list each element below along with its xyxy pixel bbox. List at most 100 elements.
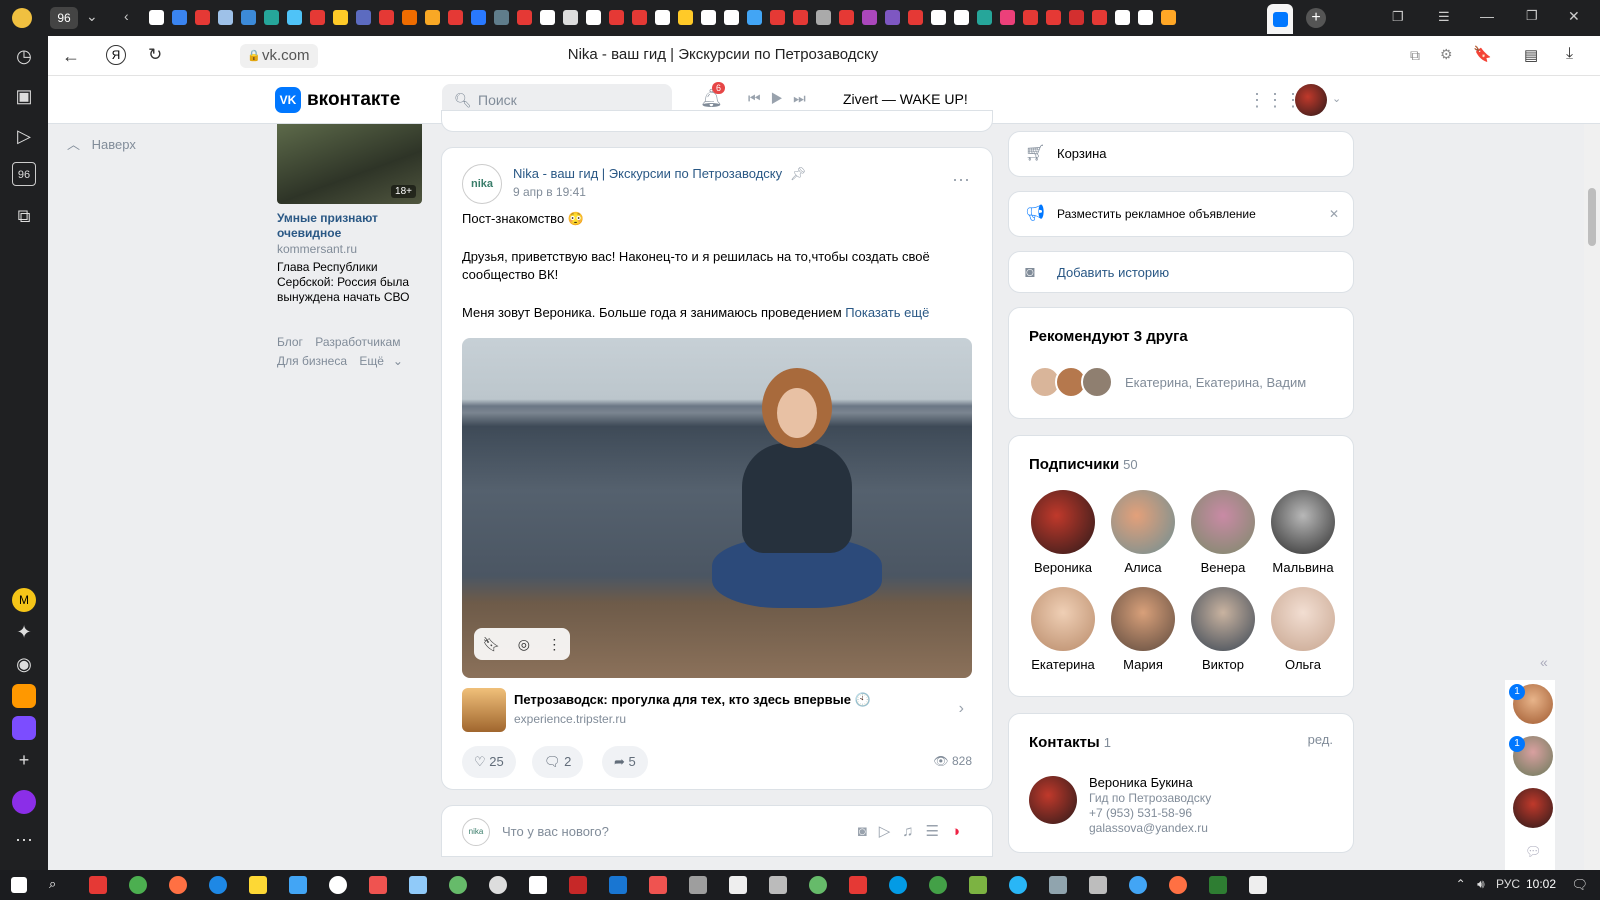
collections-bar-icon[interactable]: ▤ [1524, 46, 1538, 64]
vk-tab-icon[interactable] [471, 10, 486, 25]
tab-icon[interactable] [563, 10, 578, 25]
sparkle-icon[interactable]: ✦ [12, 620, 36, 644]
chevron-left-icon[interactable]: ‹ [124, 8, 129, 24]
mail-app-icon[interactable] [12, 684, 36, 708]
extensions-icon[interactable]: ⚙ [1440, 46, 1453, 63]
download-icon[interactable]: ⤓ [1566, 45, 1573, 63]
app-icon[interactable] [369, 876, 387, 894]
app-icon[interactable] [1249, 876, 1267, 894]
player-controls[interactable]: ⏮▶⏭ [748, 90, 816, 107]
subscriber[interactable]: Ольга [1263, 587, 1343, 672]
menu-icon[interactable]: ☰ [1438, 9, 1450, 25]
tab-icon[interactable] [770, 10, 785, 25]
app-icon[interactable] [489, 876, 507, 894]
post-more-icon[interactable]: ⋯ [952, 170, 970, 191]
search-icon[interactable]: ⌕ [49, 876, 67, 894]
chat-avatar[interactable] [1513, 788, 1553, 828]
yandex-tab-icon[interactable] [1023, 10, 1038, 25]
add-story-block[interactable]: ◙ Добавить историю [1008, 251, 1354, 293]
collapse-chats-icon[interactable]: « [1540, 654, 1548, 670]
new-tab-button[interactable]: + [1306, 8, 1326, 28]
ad-text[interactable]: Глава Республики Сербской: Россия была в… [277, 260, 422, 305]
tab-icon[interactable] [816, 10, 831, 25]
tab-icon[interactable] [218, 10, 233, 25]
tab-counter[interactable]: 96 [50, 7, 78, 29]
add-icon[interactable]: + [12, 748, 36, 772]
link-snippet[interactable]: Петрозаводск: прогулка для тех, кто здес… [462, 688, 972, 732]
calculator-icon[interactable] [689, 876, 707, 894]
post-photo[interactable]: 🔖︎ ◎ ⋮ [462, 338, 972, 678]
tab-icon[interactable] [931, 10, 946, 25]
footer-link-more[interactable]: Ещё [359, 354, 384, 368]
telegram-icon[interactable] [1009, 876, 1027, 894]
vscode-icon[interactable] [609, 876, 627, 894]
tab-icon[interactable] [724, 10, 739, 25]
recommend-friends[interactable]: Екатерина, Екатерина, Вадим [1029, 366, 1306, 398]
post-author[interactable]: Nika - ваш гид | Экскурсии по Петрозавод… [513, 166, 806, 182]
tab-icon[interactable] [1115, 10, 1130, 25]
post-date[interactable]: 9 апр в 19:41 [513, 185, 586, 199]
volume-icon[interactable]: 🔊︎ [1477, 877, 1485, 891]
new-post-input[interactable]: Что у вас нового? [502, 824, 609, 839]
close-icon[interactable]: ✕ [1568, 8, 1580, 25]
collections-icon[interactable]: ▣ [12, 84, 36, 108]
app-icon[interactable] [409, 876, 427, 894]
chat-icon[interactable]: 💬︎ [1525, 844, 1542, 860]
tab-icon[interactable] [954, 10, 969, 25]
app-icon[interactable] [809, 876, 827, 894]
more-icon[interactable]: ⋯ [12, 828, 36, 852]
comment-button[interactable]: 🗨︎ 2 [532, 746, 584, 778]
tab-icon[interactable] [977, 10, 992, 25]
subscriber[interactable]: Мария [1103, 587, 1183, 672]
chevron-down-icon[interactable]: ⌄ [86, 8, 98, 25]
app-icon[interactable] [569, 876, 587, 894]
subscriber[interactable]: Виктор [1183, 587, 1263, 672]
screenshot-icon[interactable]: ⧉ [12, 204, 36, 228]
whatsapp-icon[interactable] [929, 876, 947, 894]
youtube-tab-icon[interactable] [1046, 10, 1061, 25]
app-icon[interactable] [449, 876, 467, 894]
translate-icon[interactable]: ⧉ [1410, 47, 1420, 64]
scroll-to-top[interactable]: ︿ Наверх [67, 134, 136, 153]
tab-icon[interactable] [425, 10, 440, 25]
like-button[interactable]: ♡ 25 [462, 746, 516, 778]
skype-icon[interactable] [889, 876, 907, 894]
tab-icon[interactable] [678, 10, 693, 25]
chevron-down-icon[interactable]: ⌄ [1332, 92, 1341, 105]
windows-start-icon[interactable] [11, 877, 27, 893]
app-icon[interactable] [1089, 876, 1107, 894]
camera-search-icon[interactable]: ◎ [518, 636, 530, 653]
chrome-icon[interactable] [129, 876, 147, 894]
ad-title[interactable]: Умные признают очевидное [277, 211, 422, 241]
app-icon[interactable] [649, 876, 667, 894]
profile-icon[interactable] [12, 8, 32, 28]
subscribers-title[interactable]: Подписчики 50 [1029, 456, 1138, 473]
more-vertical-icon[interactable]: ⋮ [547, 636, 561, 653]
yandex-tab-icon[interactable] [632, 10, 647, 25]
ad-place-block[interactable]: 📢︎ Разместить рекламное объявление ✕ [1008, 191, 1354, 237]
notifications-button[interactable]: 🔔︎ 6 [700, 82, 726, 109]
tab-icon[interactable] [609, 10, 624, 25]
music-icon[interactable]: ♫ [902, 823, 925, 840]
yandex-market-icon[interactable]: M [12, 588, 36, 612]
tab-icon[interactable] [356, 10, 371, 25]
app-icon[interactable] [1129, 876, 1147, 894]
subscriber[interactable]: Мальвина [1263, 490, 1343, 575]
app-icon[interactable] [329, 876, 347, 894]
yandex-browser-icon[interactable] [89, 876, 107, 894]
history-icon[interactable]: ◷ [12, 44, 36, 68]
vk-logo[interactable]: VK вконтакте [275, 87, 400, 113]
footer-link-dev[interactable]: Разработчикам [315, 335, 400, 349]
show-more-link[interactable]: Показать ещё [845, 305, 929, 320]
tab-icon[interactable] [333, 10, 348, 25]
yandex-tab-icon[interactable] [195, 10, 210, 25]
tab-icon[interactable] [287, 10, 302, 25]
tab-icon[interactable] [402, 10, 417, 25]
mail-tab-icon[interactable] [1161, 10, 1176, 25]
share-button[interactable]: ➦ 5 [602, 746, 648, 778]
edge-icon[interactable] [209, 876, 227, 894]
tab-icon[interactable] [908, 10, 923, 25]
user-avatar[interactable] [1295, 84, 1327, 116]
tab-icon[interactable] [310, 10, 325, 25]
video-icon[interactable]: ▷ [879, 823, 903, 840]
